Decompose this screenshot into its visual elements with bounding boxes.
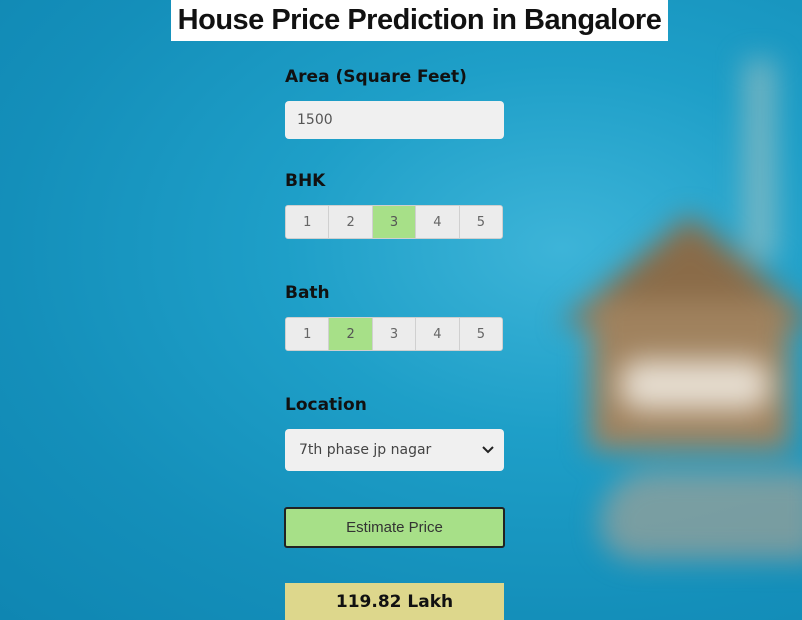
bath-option-3[interactable]: 3 (372, 318, 417, 350)
area-input[interactable] (285, 101, 504, 139)
bath-option-4[interactable]: 4 (416, 318, 460, 350)
background-hand (600, 470, 802, 560)
background-lamp (745, 60, 775, 260)
bhk-option-1[interactable]: 1 (286, 206, 330, 238)
bath-selector[interactable]: 1 2 3 4 5 (285, 317, 503, 351)
bhk-option-3[interactable]: 3 (372, 206, 417, 238)
bath-option-5[interactable]: 5 (459, 318, 502, 350)
bhk-option-4[interactable]: 4 (416, 206, 460, 238)
bath-option-1[interactable]: 1 (286, 318, 330, 350)
title-bar: House Price Prediction in Bangalore (171, 0, 668, 41)
bhk-label: BHK (285, 171, 326, 191)
bhk-option-2[interactable]: 2 (329, 206, 373, 238)
location-label: Location (285, 395, 367, 415)
location-select[interactable]: 7th phase jp nagar (285, 429, 504, 471)
background-house-window (620, 360, 770, 410)
chevron-down-icon (482, 443, 494, 457)
page-title: House Price Prediction in Bangalore (177, 4, 662, 36)
bath-label: Bath (285, 283, 330, 303)
estimate-price-button[interactable]: Estimate Price (284, 507, 505, 548)
location-selected-value: 7th phase jp nagar (299, 442, 432, 458)
bhk-selector[interactable]: 1 2 3 4 5 (285, 205, 503, 239)
bhk-option-5[interactable]: 5 (459, 206, 502, 238)
bath-option-2[interactable]: 2 (329, 318, 373, 350)
background-house-roof (560, 215, 802, 325)
estimated-price-result: 119.82 Lakh (285, 583, 504, 620)
area-label: Area (Square Feet) (285, 67, 467, 87)
background-house-body (590, 300, 790, 450)
